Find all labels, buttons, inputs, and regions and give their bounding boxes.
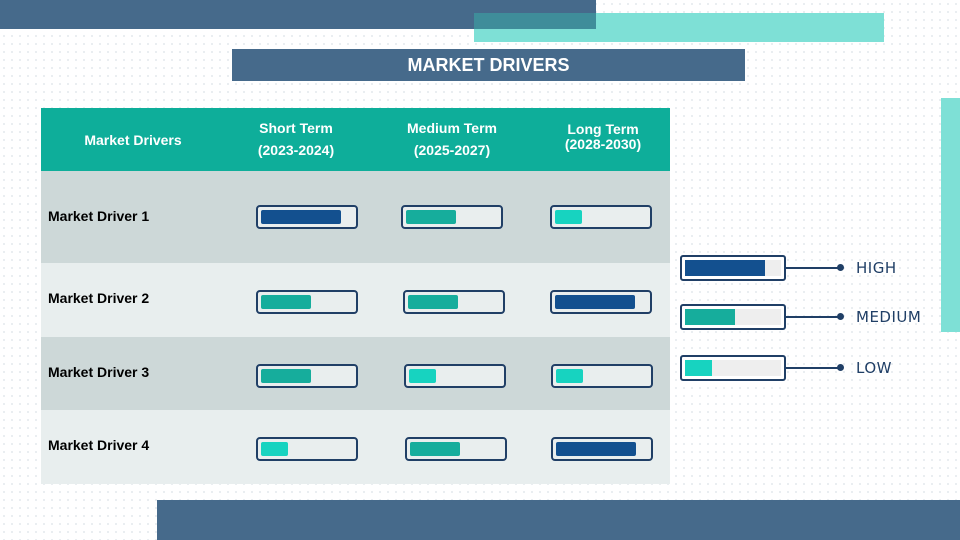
impact-bar-fill-high: [555, 295, 635, 309]
impact-bar-short-term: [256, 364, 358, 388]
impact-bar-long-term: [550, 205, 652, 229]
impact-bar-fill-low: [555, 210, 582, 224]
table-row: Market Driver 2: [41, 263, 670, 337]
row-label: Market Driver 4: [48, 437, 150, 453]
header-medium-term-years: (2025-2027): [413, 142, 491, 158]
impact-bar-fill-medium: [408, 295, 458, 309]
header-long-term-label: Long Term: [567, 121, 639, 137]
table-header: Market Drivers Short Term (2023-2024) Me…: [41, 108, 670, 171]
table-body: Market Driver 1 Market Driver 2 Market Dri…: [41, 171, 670, 484]
legend-label: MEDIUM: [856, 308, 922, 326]
table-row: Market Driver 4: [41, 410, 670, 484]
impact-bar-fill-low: [556, 369, 583, 383]
header-short-term-years: (2023-2024): [257, 142, 335, 158]
impact-bar-fill-medium: [406, 210, 456, 224]
table-row: Market Driver 1: [41, 171, 670, 263]
legend-connector-line: [786, 367, 839, 369]
decorative-bottom-blue-band: [157, 500, 960, 540]
impact-bar-fill-medium: [410, 442, 460, 456]
impact-bar-long-term: [551, 437, 653, 461]
legend-item-low: LOW: [680, 355, 930, 383]
legend-label: LOW: [856, 359, 892, 377]
impact-bar-long-term: [551, 364, 653, 388]
header-medium-term-label: Medium Term: [407, 120, 497, 136]
impact-bar-fill-high: [556, 442, 636, 456]
legend-connector-dot-icon: [837, 264, 844, 271]
row-label: Market Driver 3: [48, 364, 150, 380]
impact-bar-medium-term: [403, 290, 505, 314]
decorative-right-teal-band: [941, 98, 960, 332]
header-medium-term: Medium Term (2025-2027): [377, 108, 527, 180]
legend-fill-low: [685, 360, 712, 376]
header-market-drivers: Market Drivers: [84, 131, 182, 148]
header-short-term-label: Short Term: [259, 120, 333, 136]
row-label: Market Driver 1: [48, 208, 150, 224]
legend-item-high: HIGH: [680, 255, 930, 283]
legend-connector-dot-icon: [837, 313, 844, 320]
impact-bar-fill-high: [261, 210, 341, 224]
legend-fill-medium: [685, 309, 735, 325]
row-label: Market Driver 2: [48, 290, 150, 306]
legend-fill-high: [685, 260, 765, 276]
impact-bar-medium-term: [401, 205, 503, 229]
impact-bar-short-term: [256, 205, 358, 229]
impact-bar-fill-medium: [261, 295, 311, 309]
impact-bar-long-term: [550, 290, 652, 314]
decorative-band-overlap: [474, 13, 596, 29]
impact-bar-fill-low: [261, 442, 288, 456]
legend-item-medium: MEDIUM: [680, 304, 930, 332]
impact-bar-short-term: [256, 290, 358, 314]
page-title: MARKET DRIVERS: [232, 49, 745, 81]
table-row: Market Driver 3: [41, 337, 670, 410]
impact-bar-medium-term: [404, 364, 506, 388]
impact-bar-fill-low: [409, 369, 436, 383]
legend-connector-line: [786, 267, 839, 269]
legend-swatch: [680, 304, 786, 330]
impact-bar-short-term: [256, 437, 358, 461]
legend-connector-line: [786, 316, 839, 318]
header-long-term-years: (2028-2030): [564, 136, 642, 152]
legend-swatch: [680, 255, 786, 281]
legend-connector-dot-icon: [837, 364, 844, 371]
header-short-term: Short Term (2023-2024): [231, 108, 361, 180]
impact-bar-medium-term: [405, 437, 507, 461]
legend-label: HIGH: [856, 259, 897, 277]
market-drivers-table: Market Drivers Short Term (2023-2024) Me…: [41, 108, 670, 484]
impact-bar-fill-medium: [261, 369, 311, 383]
legend-swatch: [680, 355, 786, 381]
